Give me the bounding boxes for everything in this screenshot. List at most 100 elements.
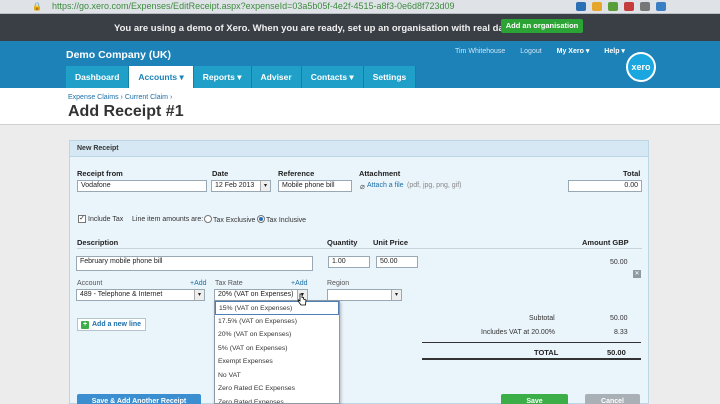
account-label: Account xyxy=(77,280,103,287)
date-input[interactable]: 12 Feb 2013 ▾ xyxy=(211,180,271,192)
tax-option[interactable]: Exempt Expenses xyxy=(215,355,339,369)
app-header: Demo Company (UK) Tim Whitehouse Logout … xyxy=(0,41,720,88)
total-underline xyxy=(422,358,641,360)
tax-inclusive-label: Tax Inclusive xyxy=(266,217,307,224)
date-label: Date xyxy=(212,169,229,178)
tab-dashboard[interactable]: Dashboard xyxy=(66,66,130,88)
reference-label: Reference xyxy=(278,169,315,178)
col-quantity: Quantity xyxy=(327,238,358,247)
panel-header: New Receipt xyxy=(70,141,648,157)
tax-exclusive-label: Tax Exclusive xyxy=(213,217,256,224)
hand-cursor-icon xyxy=(297,293,307,306)
include-tax-label: Include Tax xyxy=(88,216,124,223)
add-new-line-button[interactable]: + Add a new line xyxy=(77,318,147,331)
page-title: Add Receipt #1 xyxy=(68,103,184,120)
panel-title: New Receipt xyxy=(77,145,119,152)
col-unit-price: Unit Price xyxy=(373,238,409,247)
attach-types: (pdf, jpg, png, gif) xyxy=(407,182,462,189)
receipt-from-label: Receipt from xyxy=(77,169,123,178)
attach-file-link[interactable]: Attach a file xyxy=(367,182,404,189)
receipt-form: New Receipt Receipt from Date Reference … xyxy=(69,140,649,404)
breadcrumb-expense-claims[interactable]: Expense Claims xyxy=(68,94,119,101)
breadcrumb: Expense Claims › Current Claim › xyxy=(68,94,172,101)
company-name[interactable]: Demo Company (UK) xyxy=(66,49,171,61)
receipt-from-input[interactable]: Vodafone xyxy=(77,180,207,192)
tab-reports[interactable]: Reports ▾ xyxy=(193,66,252,88)
extension-icon[interactable] xyxy=(576,2,586,11)
demo-banner: You are using a demo of Xero. When you a… xyxy=(0,14,720,41)
extension-icon[interactable] xyxy=(608,2,618,11)
tax-option[interactable]: No VAT xyxy=(215,369,339,383)
tax-option[interactable]: 15% (VAT on Expenses) xyxy=(215,301,339,315)
account-value: 489 - Telephone & Internet xyxy=(80,291,163,298)
page-header: Expense Claims › Current Claim › Add Rec… xyxy=(0,88,720,125)
amounts-are-label: Line item amounts are: xyxy=(132,216,204,223)
address-field[interactable]: https://go.xero.com/Expenses/EditReceipt… xyxy=(52,1,455,11)
total-footer-value: 50.00 xyxy=(607,348,626,357)
tax-rate-label: Tax Rate xyxy=(215,280,243,287)
tax-inclusive-option[interactable]: Tax Inclusive xyxy=(257,215,306,224)
cancel-button[interactable]: Cancel xyxy=(585,394,640,404)
breadcrumb-separator: › xyxy=(169,94,173,101)
description-input[interactable]: February mobile phone bill xyxy=(76,256,313,271)
add-organisation-button[interactable]: Add an organisation xyxy=(501,19,583,33)
save-button[interactable]: Save xyxy=(501,394,568,404)
tax-option[interactable]: 5% (VAT on Expenses) xyxy=(215,342,339,356)
vat-value: 8.33 xyxy=(614,329,628,336)
quantity-input[interactable]: 1.00 xyxy=(328,256,370,268)
vat-label: Includes VAT at 20.00% xyxy=(481,329,555,336)
radio-icon[interactable] xyxy=(204,215,212,223)
subtotal-label: Subtotal xyxy=(529,315,555,322)
total-footer-label: TOTAL xyxy=(534,348,559,357)
extension-icon[interactable] xyxy=(592,2,602,11)
xero-logo[interactable]: xero xyxy=(626,52,656,82)
add-account-link[interactable]: +Add xyxy=(190,280,207,287)
my-xero-menu[interactable]: My Xero ▾ xyxy=(557,48,590,55)
paperclip-icon: ⌀ xyxy=(360,182,365,191)
header-divider xyxy=(77,248,642,249)
subtotal-value: 50.00 xyxy=(610,315,628,322)
save-add-another-button[interactable]: Save & Add Another Receipt xyxy=(77,394,201,404)
tax-rate-value: 20% (VAT on Expenses) xyxy=(218,291,294,298)
total-divider xyxy=(422,342,641,343)
extension-icon[interactable] xyxy=(640,2,650,11)
include-tax-checkbox[interactable]: ✓ xyxy=(78,215,86,223)
extension-icon[interactable] xyxy=(624,2,634,11)
tax-rate-dropdown: 15% (VAT on Expenses) 17.5% (VAT on Expe… xyxy=(214,300,340,404)
line-amount: 50.00 xyxy=(610,259,628,266)
browser-url-bar: 🔒 https://go.xero.com/Expenses/EditRecei… xyxy=(0,0,720,14)
radio-checked-icon[interactable] xyxy=(257,215,265,223)
add-new-line-label: Add a new line xyxy=(92,321,142,328)
user-name-link[interactable]: Tim Whitehouse xyxy=(455,48,505,55)
main-nav: Dashboard Accounts ▾ Reports ▾ Adviser C… xyxy=(66,66,417,88)
tab-settings[interactable]: Settings xyxy=(363,66,417,88)
tax-option[interactable]: 20% (VAT on Expenses) xyxy=(215,328,339,342)
attachment-label: Attachment xyxy=(359,169,401,178)
calendar-dropdown-icon[interactable]: ▾ xyxy=(260,181,270,191)
delete-line-icon[interactable]: ✕ xyxy=(633,270,641,278)
logout-link[interactable]: Logout xyxy=(520,48,541,55)
breadcrumb-current-claim[interactable]: Current Claim xyxy=(125,94,168,101)
extension-icon[interactable] xyxy=(656,2,666,11)
add-tax-rate-link[interactable]: +Add xyxy=(291,280,308,287)
tab-adviser[interactable]: Adviser xyxy=(251,66,302,88)
chevron-down-icon[interactable]: ▾ xyxy=(194,290,204,300)
tax-option[interactable]: Zero Rated Expenses xyxy=(215,396,339,404)
demo-message: You are using a demo of Xero. When you a… xyxy=(114,23,515,34)
tax-option[interactable]: 17.5% (VAT on Expenses) xyxy=(215,315,339,329)
col-description: Description xyxy=(77,238,119,247)
tax-exclusive-option[interactable]: Tax Exclusive xyxy=(204,215,255,224)
breadcrumb-separator: › xyxy=(120,94,123,101)
account-select[interactable]: 489 - Telephone & Internet ▾ xyxy=(76,289,205,301)
total-input[interactable]: 0.00 xyxy=(568,180,642,192)
tax-option[interactable]: Zero Rated EC Expenses xyxy=(215,382,339,396)
col-amount: Amount GBP xyxy=(582,238,629,247)
date-value: 12 Feb 2013 xyxy=(215,182,255,189)
help-menu[interactable]: Help ▾ xyxy=(604,48,625,55)
tab-contacts[interactable]: Contacts ▾ xyxy=(301,66,364,88)
chevron-down-icon[interactable]: ▾ xyxy=(391,290,401,300)
reference-input[interactable]: Mobile phone bill xyxy=(278,180,352,192)
plus-icon: + xyxy=(81,321,89,329)
tab-accounts[interactable]: Accounts ▾ xyxy=(129,66,194,88)
unit-price-input[interactable]: 50.00 xyxy=(376,256,418,268)
